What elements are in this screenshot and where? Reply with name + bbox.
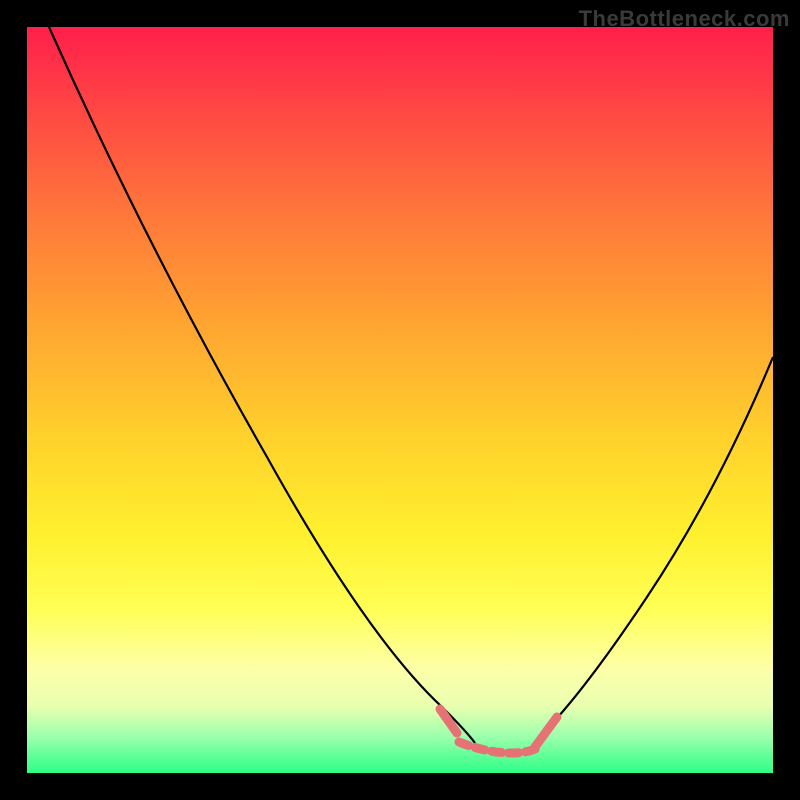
curve-right-ascent: [547, 357, 773, 729]
plot-area: [27, 27, 773, 773]
bottleneck-curve: [27, 27, 773, 773]
flat-bottom-dash: [459, 742, 539, 753]
chart-stage: TheBottleneck.com: [0, 0, 800, 800]
flat-accent-right: [535, 717, 557, 747]
curve-left-descent: [49, 27, 475, 743]
